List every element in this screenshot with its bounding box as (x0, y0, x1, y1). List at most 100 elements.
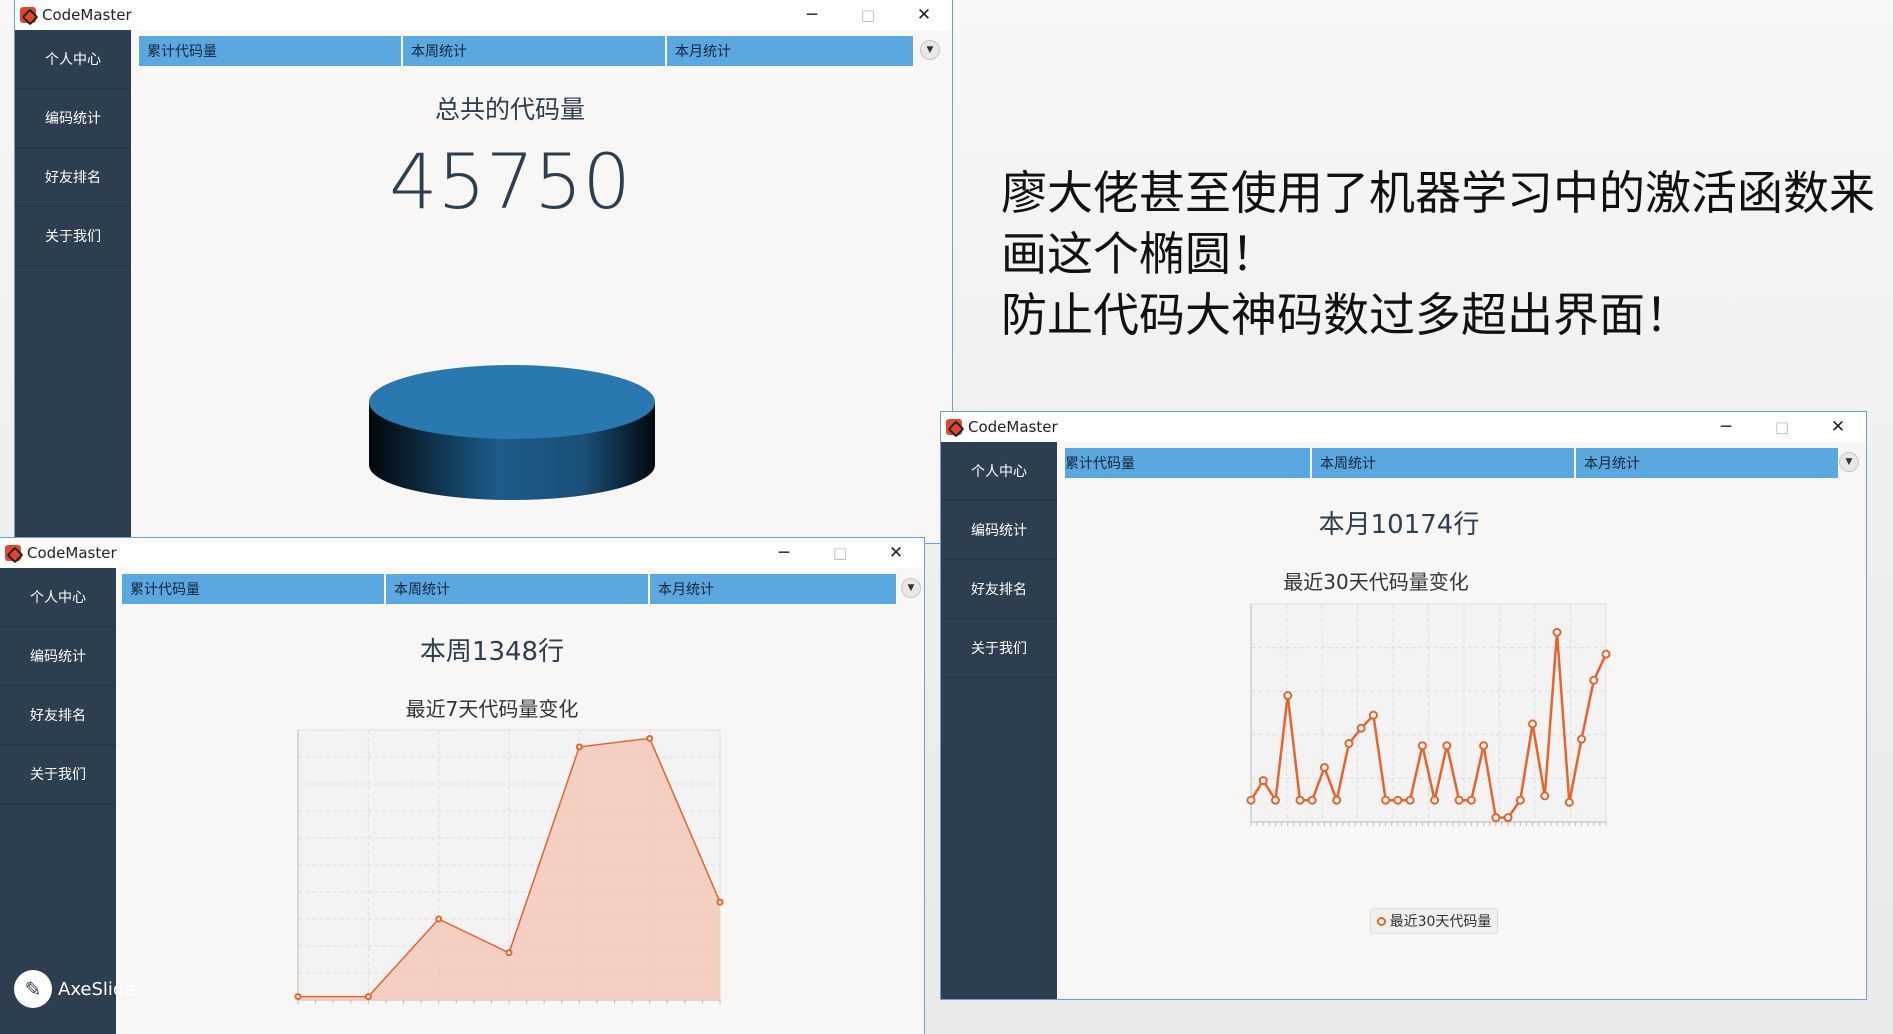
sidebar: 个人中心 编码统计 好友排名 关于我们 (15, 30, 131, 543)
tab-total[interactable]: 累计代码量 (1065, 448, 1310, 478)
axeslide-logo-icon: ✎ (14, 970, 52, 1008)
cylinder-top (369, 365, 655, 439)
close-icon[interactable]: ✕ (1810, 412, 1866, 442)
data-point (1454, 795, 1464, 805)
sidebar-item-stats[interactable]: 编码统计 (0, 627, 116, 686)
close-icon[interactable]: ✕ (868, 538, 924, 568)
tab-week[interactable]: 本周统计 (403, 36, 665, 66)
data-point (646, 734, 654, 742)
sidebar-item-about[interactable]: 关于我们 (15, 207, 131, 266)
tab-dropdown-icon[interactable]: ▼ (901, 578, 921, 598)
window-week: CodeMaster ─ □ ✕ 个人中心 编码统计 好友排名 关于我们 累计代… (0, 537, 925, 1034)
sidebar-item-about[interactable]: 关于我们 (0, 745, 116, 804)
tab-week[interactable]: 本周统计 (386, 574, 648, 604)
data-point (1344, 739, 1354, 749)
data-point (1381, 795, 1391, 805)
window-title: CodeMaster (27, 544, 117, 562)
titlebar[interactable]: CodeMaster ─ □ ✕ (0, 538, 924, 568)
minimize-icon[interactable]: ─ (1698, 412, 1754, 442)
data-point (1356, 723, 1366, 733)
data-point (1258, 776, 1268, 786)
data-point (575, 743, 583, 751)
legend-marker-icon (1376, 916, 1386, 926)
data-point (294, 993, 302, 1001)
data-point (1540, 791, 1550, 801)
maximize-icon[interactable]: □ (1754, 412, 1810, 442)
tab-dropdown-icon[interactable]: ▼ (1839, 452, 1859, 472)
tab-total[interactable]: 累计代码量 (139, 36, 401, 66)
sidebar-item-ranking[interactable]: 好友排名 (0, 686, 116, 745)
maximize-icon[interactable]: □ (840, 0, 896, 30)
week-area-chart (294, 729, 724, 1004)
tab-dropdown-icon[interactable]: ▼ (920, 40, 940, 60)
data-point (505, 949, 513, 957)
maximize-icon[interactable]: □ (812, 538, 868, 568)
data-point (1515, 795, 1525, 805)
data-point (1577, 734, 1587, 744)
total-count: 45750 (389, 137, 631, 226)
sidebar-item-stats[interactable]: 编码统计 (941, 501, 1057, 560)
minimize-icon[interactable]: ─ (784, 0, 840, 30)
sidebar-item-profile[interactable]: 个人中心 (941, 442, 1057, 501)
data-point (1552, 627, 1562, 637)
close-icon[interactable]: ✕ (896, 0, 952, 30)
week-chart-title: 最近7天代码量变化 (405, 697, 579, 721)
data-point (1319, 763, 1329, 772)
data-point (1430, 795, 1440, 805)
sidebar-item-ranking[interactable]: 好友排名 (15, 148, 131, 207)
data-point (1442, 741, 1452, 751)
data-point (1528, 719, 1538, 729)
minimize-icon[interactable]: ─ (756, 538, 812, 568)
window-title: CodeMaster (42, 6, 132, 24)
app-logo-icon (5, 545, 21, 561)
caption: 廖大佬甚至使用了机器学习中的激活函数来 画这个椭圆！ 防止代码大神码数过多超出界… (1001, 163, 1881, 346)
data-point (364, 993, 372, 1001)
watermark-text: AxeSlide (58, 978, 136, 1000)
sidebar: 个人中心 编码统计 好友排名 关于我们 (941, 442, 1057, 999)
data-point (1589, 675, 1599, 685)
data-point (1307, 795, 1317, 805)
tab-month[interactable]: 本月统计 (667, 36, 913, 66)
app-logo-icon (20, 7, 36, 23)
sidebar-item-ranking[interactable]: 好友排名 (941, 560, 1057, 619)
tab-month[interactable]: 本月统计 (650, 574, 896, 604)
data-point (1246, 795, 1256, 805)
caption-line: 防止代码大神码数过多超出界面！ (1001, 288, 1691, 342)
titlebar[interactable]: CodeMaster ─ □ ✕ (15, 0, 952, 30)
tab-month[interactable]: 本月统计 (1576, 448, 1838, 478)
window-total: CodeMaster ─ □ ✕ 个人中心 编码统计 好友排名 关于我们 累计代… (14, 0, 953, 544)
sidebar-item-about[interactable]: 关于我们 (941, 619, 1057, 678)
month-heading: 本月10174行 (1318, 510, 1480, 540)
data-point (1503, 813, 1513, 823)
sidebar-item-profile[interactable]: 个人中心 (15, 30, 131, 89)
data-point (1491, 813, 1501, 823)
data-point (1332, 795, 1342, 805)
total-heading: 总共的代码量 (434, 95, 585, 124)
data-point (1417, 741, 1427, 751)
data-point (1479, 741, 1489, 751)
data-point (1295, 795, 1305, 805)
code-cylinder (369, 365, 655, 500)
window-title: CodeMaster (968, 418, 1058, 436)
data-point (435, 915, 443, 923)
caption-line: 画这个椭圆！ (1001, 227, 1277, 281)
sidebar-item-profile[interactable]: 个人中心 (0, 568, 116, 627)
data-point (1405, 795, 1415, 805)
data-point (1393, 795, 1403, 805)
data-point (1564, 797, 1574, 807)
data-point (716, 898, 724, 906)
caption-line: 廖大佬甚至使用了机器学习中的激活函数来 (1001, 166, 1875, 220)
data-point (1466, 795, 1476, 805)
data-point (1368, 710, 1378, 720)
week-heading: 本周1348行 (419, 637, 565, 667)
titlebar[interactable]: CodeMaster ─ □ ✕ (941, 412, 1866, 442)
sidebar: 个人中心 编码统计 好友排名 关于我们 (0, 568, 116, 1034)
tab-week[interactable]: 本周统计 (1312, 448, 1574, 478)
data-point (1283, 691, 1293, 701)
tab-total[interactable]: 累计代码量 (122, 574, 384, 604)
data-point (1270, 795, 1280, 805)
data-point (1601, 649, 1611, 659)
sidebar-item-stats[interactable]: 编码统计 (15, 89, 131, 148)
month-legend: 最近30天代码量 (1370, 908, 1498, 934)
app-logo-icon (946, 419, 962, 435)
